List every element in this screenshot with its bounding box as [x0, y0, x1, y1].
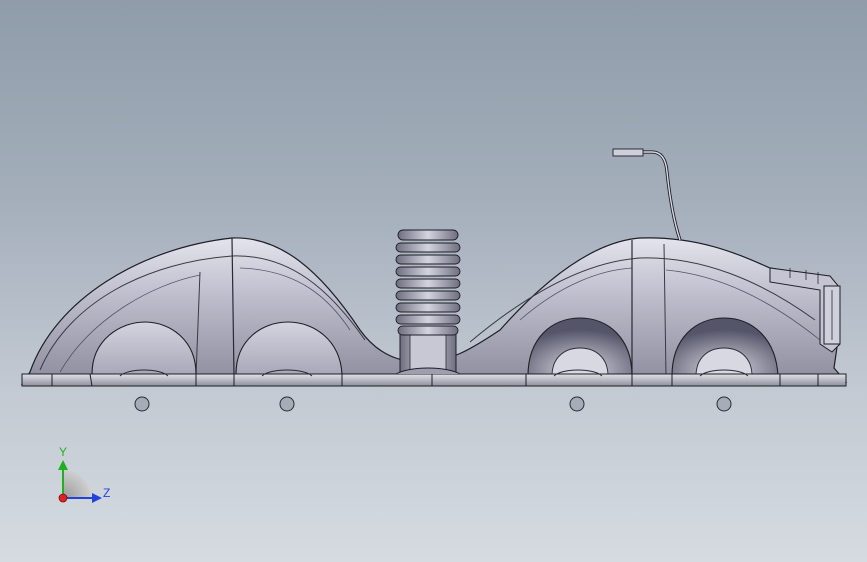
bolt-hole: [569, 396, 585, 412]
finned-collector[interactable]: [395, 229, 461, 375]
mounting-flange: [21, 373, 847, 387]
y-axis-label: Y: [59, 445, 67, 459]
y-axis-arrow-icon: [58, 460, 68, 470]
bolt-holes: [134, 396, 732, 412]
z-axis-label: Z: [103, 486, 110, 500]
bolt-hole: [716, 396, 732, 412]
x-axis-origin-icon: [58, 493, 68, 503]
graphics-viewport[interactable]: Y Z: [0, 0, 867, 562]
triad-quadrant: [63, 470, 91, 498]
sensor-probe[interactable]: [612, 148, 682, 241]
model-view[interactable]: Y Z: [0, 0, 867, 562]
bolt-hole: [134, 396, 150, 412]
z-axis-arrow-icon: [92, 493, 102, 503]
bolt-hole: [279, 396, 295, 412]
reference-triad: Y Z: [58, 445, 110, 503]
